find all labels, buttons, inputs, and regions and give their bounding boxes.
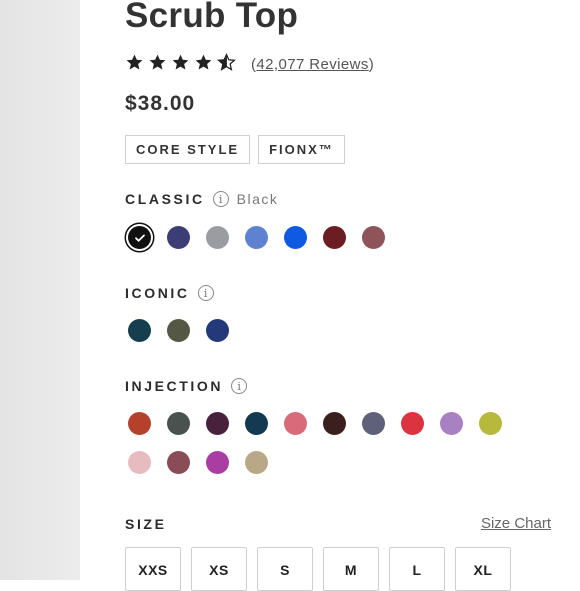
classic-label: CLASSIC	[125, 191, 205, 207]
injection-color-swatch[interactable]	[128, 412, 151, 435]
iconic-label: ICONIC	[125, 285, 190, 301]
injection-label: INJECTION	[125, 378, 224, 394]
injection-color-swatch[interactable]	[167, 412, 190, 435]
star-icon	[172, 54, 189, 70]
check-icon	[128, 226, 151, 249]
iconic-color-swatch[interactable]	[167, 319, 190, 342]
tag-fionx: FIONX™	[258, 135, 345, 164]
star-icon	[195, 54, 212, 70]
half-star-icon	[217, 53, 236, 71]
size-option-l[interactable]: L	[389, 547, 445, 591]
size-header: SIZE Size Chart	[125, 515, 551, 532]
classic-color-swatch[interactable]	[362, 226, 385, 249]
injection-color-swatch[interactable]	[401, 412, 424, 435]
injection-section-label: INJECTION i	[125, 378, 248, 394]
classic-section-label: CLASSIC i Black	[125, 191, 278, 207]
size-label: SIZE	[125, 515, 167, 532]
classic-swatches	[128, 226, 528, 249]
iconic-color-swatch[interactable]	[128, 319, 151, 342]
reviews-link[interactable]: 42,077 Reviews	[256, 56, 368, 73]
classic-color-swatch[interactable]	[323, 226, 346, 249]
product-details: Scrub Top (42,077 Reviews) $38.00 CORE S…	[125, 0, 565, 591]
size-option-xs[interactable]: XS	[191, 547, 247, 591]
size-options: XXS XS S M L XL	[125, 547, 511, 591]
tag-list: CORE STYLE FIONX™	[125, 135, 345, 164]
classic-color-swatch[interactable]	[206, 226, 229, 249]
classic-color-swatch[interactable]	[284, 226, 307, 249]
injection-color-swatch[interactable]	[206, 451, 229, 474]
injection-color-swatch[interactable]	[128, 451, 151, 474]
product-image-panel	[0, 0, 80, 580]
injection-swatches	[128, 412, 528, 474]
size-option-s[interactable]: S	[257, 547, 313, 591]
injection-color-swatch[interactable]	[206, 412, 229, 435]
injection-color-swatch[interactable]	[284, 412, 307, 435]
injection-color-swatch[interactable]	[245, 412, 268, 435]
classic-color-swatch[interactable]	[167, 226, 190, 249]
info-icon[interactable]: i	[212, 191, 229, 207]
price: $38.00	[125, 92, 196, 115]
size-chart-link[interactable]: Size Chart	[481, 515, 551, 532]
product-title: Scrub Top	[125, 0, 299, 35]
info-icon[interactable]: i	[231, 378, 248, 394]
rating-stars	[125, 53, 236, 72]
size-option-xxs[interactable]: XXS	[125, 547, 181, 591]
reviews-count: (42,077 Reviews)	[251, 56, 375, 73]
iconic-swatches	[128, 319, 528, 342]
star-icon	[149, 54, 166, 70]
injection-color-swatch[interactable]	[167, 451, 190, 474]
selected-color-name: Black	[236, 191, 279, 207]
classic-color-swatch[interactable]	[245, 226, 268, 249]
iconic-color-swatch[interactable]	[206, 319, 229, 342]
size-option-m[interactable]: M	[323, 547, 379, 591]
tag-core-style: CORE STYLE	[125, 135, 251, 164]
classic-color-swatch[interactable]	[128, 226, 151, 249]
injection-color-swatch[interactable]	[245, 451, 268, 474]
injection-color-swatch[interactable]	[440, 412, 463, 435]
iconic-section-label: ICONIC i	[125, 285, 214, 301]
injection-color-swatch[interactable]	[479, 412, 502, 435]
injection-color-swatch[interactable]	[362, 412, 385, 435]
star-icon	[126, 54, 143, 70]
size-option-xl[interactable]: XL	[455, 547, 511, 591]
injection-color-swatch[interactable]	[323, 412, 346, 435]
info-icon[interactable]: i	[197, 285, 214, 301]
